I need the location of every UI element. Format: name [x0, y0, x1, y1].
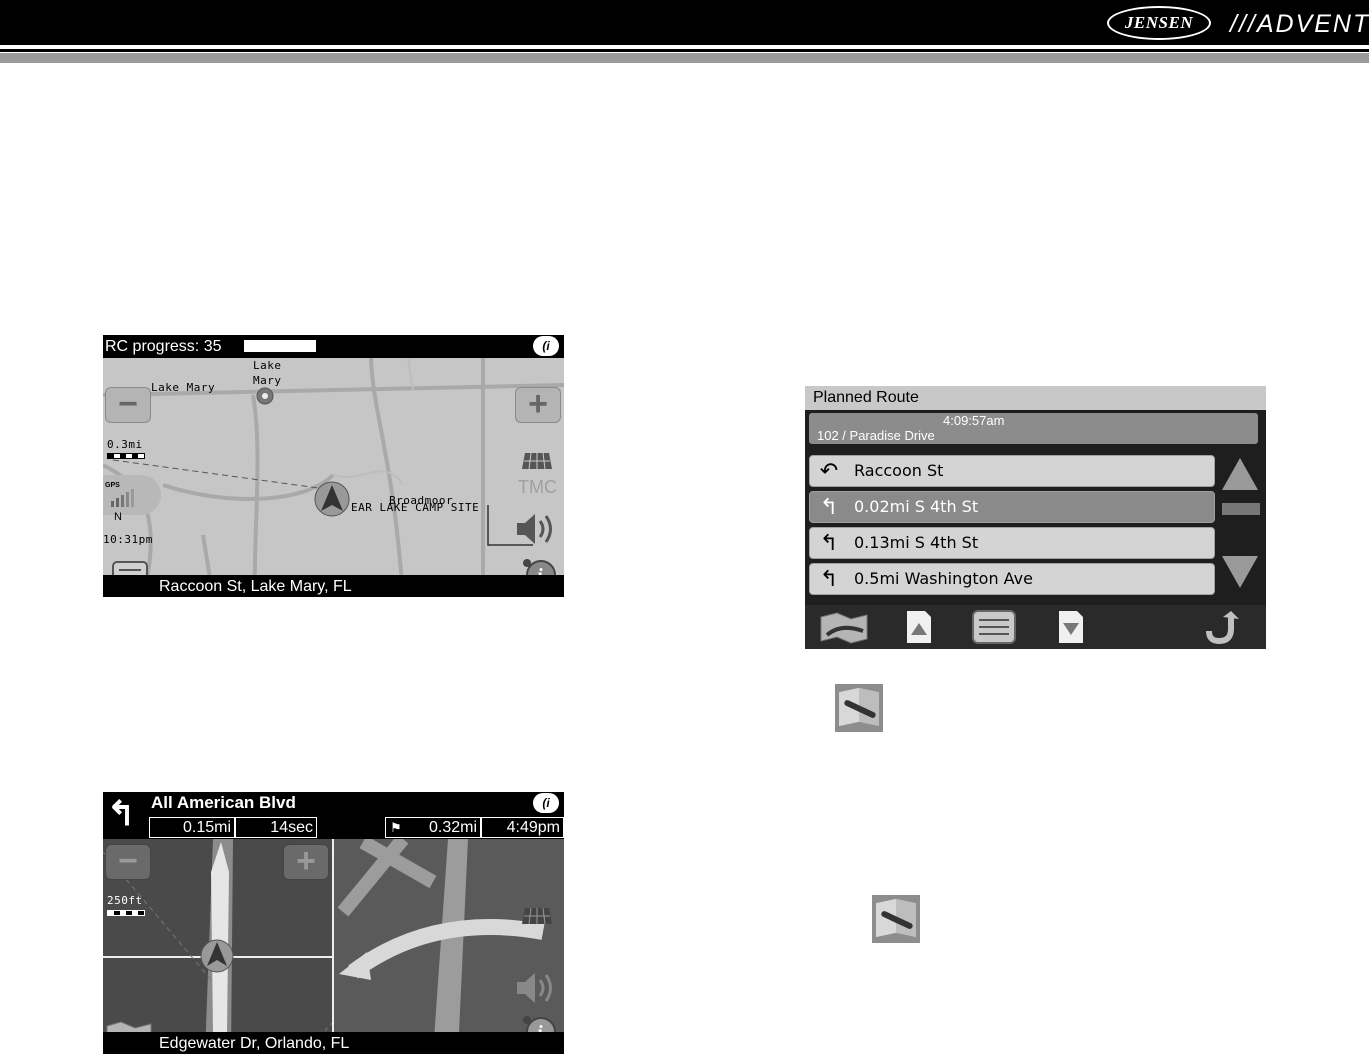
map-icon[interactable]	[819, 609, 869, 645]
scale-label: 250ft	[107, 894, 143, 907]
route-step[interactable]: ↰ 0.13mi S 4th St	[809, 527, 1215, 559]
gps-signal-icon	[111, 489, 134, 507]
u-turn-icon: ↶	[819, 458, 839, 483]
compass-north: N	[114, 511, 123, 523]
advent-logo: ///ADVENT	[1230, 10, 1369, 38]
jensen-logo: JENSEN	[1107, 6, 1211, 40]
map-book-icon	[835, 684, 883, 732]
scroll-up-icon[interactable]	[1222, 458, 1258, 490]
distance-to-turn: 0.15mi	[149, 817, 235, 838]
header-rule	[0, 49, 1369, 52]
route-step[interactable]: ↰ 0.5mi Washington Ave	[809, 563, 1215, 595]
map-view-icon[interactable]	[521, 904, 553, 928]
poi-label-mary: Mary	[253, 374, 282, 387]
route-step[interactable]: ↰ 0.02mi S 4th St	[809, 491, 1215, 523]
gps-signal-panel[interactable]: GPS	[103, 475, 161, 515]
zoom-out-button[interactable]: −	[105, 387, 151, 423]
back-icon[interactable]	[1205, 609, 1241, 645]
volume-icon[interactable]	[515, 511, 559, 547]
checkered-flag-icon: ⚑	[390, 820, 402, 835]
route-step-text: 0.13mi S 4th St	[854, 533, 979, 552]
scale-label: 0.3mi	[107, 438, 143, 451]
poi-label-lake: Lake	[253, 359, 282, 372]
turn-left-icon: ↰	[819, 530, 839, 555]
page-up-icon[interactable]	[905, 609, 933, 645]
route-step[interactable]: ↶ Raccoon St	[809, 455, 1215, 487]
rc-progress-text: RC progress: 35	[105, 338, 222, 355]
route-toolbar	[805, 605, 1266, 649]
time-to-turn: 14sec	[235, 817, 317, 838]
scroll-thumb[interactable]	[1222, 503, 1260, 515]
gps-label: GPS	[105, 482, 120, 489]
clock-label: 10:31pm	[103, 533, 153, 546]
map-book-icon	[872, 895, 920, 943]
scroll-down-icon[interactable]	[1222, 556, 1258, 588]
scale-bar	[107, 453, 145, 459]
address-bar: Raccoon St, Lake Mary, FL	[103, 575, 564, 597]
route-step-text: 0.02mi S 4th St	[854, 497, 979, 516]
rc-progress-bar	[244, 340, 316, 352]
planned-route-screenshot: Planned Route 4:09:57am 102 / Paradise D…	[805, 386, 1266, 649]
current-address: Raccoon St, Lake Mary, FL	[159, 578, 352, 595]
planned-route-title: Planned Route	[805, 386, 1266, 410]
map-view-icon[interactable]	[521, 449, 553, 473]
route-step-text: 0.5mi Washington Ave	[854, 569, 1033, 588]
destination-distance-value: 0.32mi	[428, 819, 477, 836]
turn-left-icon: ↰	[819, 566, 839, 591]
gps-info-icon[interactable]: (i	[533, 793, 559, 813]
header-band	[0, 53, 1369, 63]
zoom-in-button[interactable]: +	[283, 844, 329, 880]
arrival-time: 4:49pm	[481, 817, 564, 838]
status-bar: RC progress: 35 (i	[103, 335, 564, 358]
turn-left-icon: ↰	[819, 494, 839, 519]
page-down-icon[interactable]	[1057, 609, 1085, 645]
current-address: Edgewater Dr, Orlando, FL	[159, 1035, 350, 1052]
scale-bar	[107, 910, 145, 916]
poi-label-camp-site: EAR LAKE CAMP SITE	[351, 501, 480, 514]
route-summary[interactable]: 4:09:57am 102 / Paradise Drive	[809, 413, 1258, 444]
distance-to-destination: ⚑ 0.32mi	[385, 817, 481, 838]
map-view-screenshot: RC progress: 35 (i Lake Mary Lake Mary B…	[103, 335, 564, 597]
volume-icon[interactable]	[515, 970, 559, 1006]
page-header-bar: JENSEN ///ADVENT	[0, 0, 1369, 45]
zoom-in-button[interactable]: +	[515, 387, 561, 423]
navigation-screenshot: ↰ All American Blvd (i 0.15mi 14sec ⚑ 0.…	[103, 792, 564, 1054]
turn-left-arrow-icon: ↰	[107, 795, 136, 833]
gps-info-icon[interactable]: (i	[533, 336, 559, 356]
next-street: All American Blvd	[151, 793, 296, 812]
address-bar: Edgewater Dr, Orlando, FL	[103, 1032, 564, 1054]
route-step-text: Raccoon St	[854, 461, 944, 480]
navigation-header: ↰ All American Blvd (i 0.15mi 14sec ⚑ 0.…	[103, 792, 564, 839]
tmc-label[interactable]: TMC	[518, 477, 557, 498]
map-canvas	[103, 357, 564, 597]
zoom-out-button[interactable]: −	[105, 844, 151, 880]
route-time: 4:09:57am	[943, 413, 1005, 428]
route-menu-icon[interactable]	[971, 609, 1017, 647]
route-destination: 102 / Paradise Drive	[817, 428, 935, 443]
road-label-lake-mary: Lake Mary	[151, 381, 216, 394]
